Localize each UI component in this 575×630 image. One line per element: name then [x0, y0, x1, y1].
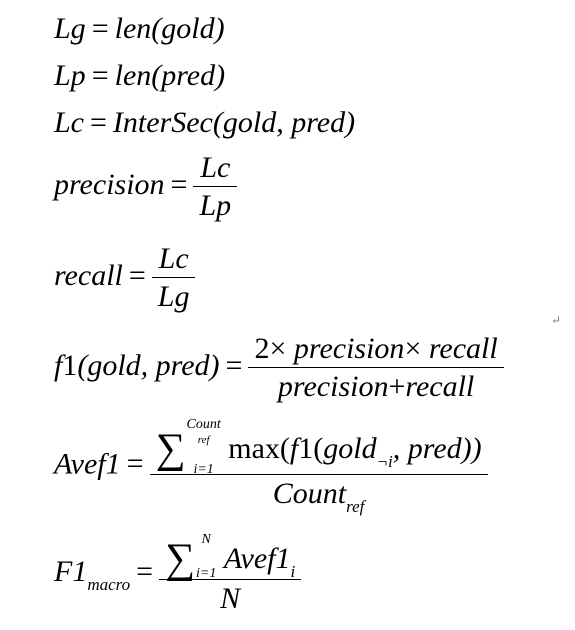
avef1-one: 1	[298, 432, 314, 465]
precision-denominator: Lp	[199, 189, 232, 223]
f1macro-fraction: ∑ Ni=1 Avef1i N	[159, 533, 302, 616]
avef1-gold-sub: ¬i	[376, 452, 393, 471]
plus-sign: +	[388, 370, 406, 404]
avef1-fraction: ∑ Count ref i=1 max(f1(gold¬i, pred)) Countr…	[149, 417, 488, 516]
times-sign: ×	[269, 332, 287, 365]
recall-fraction: Lc Lg	[151, 242, 196, 314]
recall-lhs: recall	[54, 259, 123, 293]
sum-upper: N	[201, 532, 211, 548]
avef1-rest: , pred))	[392, 432, 482, 465]
equals-sign: =	[91, 12, 109, 45]
equals-sign: =	[126, 447, 144, 481]
precision-numerator: Lc	[200, 151, 231, 184]
f1-lhs-args: (gold, pred)	[77, 349, 220, 383]
f1-lhs-one: 1	[62, 349, 78, 383]
equation-precision: precision = Lc Lp	[54, 151, 238, 223]
equals-sign: =	[225, 349, 243, 383]
lp-lhs: Lp	[54, 59, 86, 92]
f1-num-recall: recall	[428, 332, 498, 365]
f1macro-lhs: F1	[54, 555, 88, 589]
paragraph-mark-icon: ↵	[551, 313, 562, 327]
equals-sign: =	[170, 168, 188, 202]
avef1-lhs: Avef1	[54, 447, 121, 481]
recall-numerator: Lc	[158, 242, 189, 275]
lc-rhs: InterSec(gold, pred)	[112, 106, 356, 139]
times-sign: ×	[404, 332, 422, 365]
equation-lc: Lc = InterSec(gold, pred)	[54, 108, 355, 138]
precision-fraction: Lc Lp	[193, 151, 238, 223]
sum-symbol: ∑	[165, 536, 196, 582]
equation-recall: recall = Lc Lg	[54, 242, 196, 314]
equation-avef1: Avef1 = ∑ Count ref i=1 max(f1(gold¬i, pred))…	[54, 417, 488, 516]
sum-limits: Count ref i=1	[187, 417, 221, 476]
equals-sign: =	[128, 259, 146, 293]
lp-rhs: len(pred)	[114, 59, 226, 92]
f1macro-denominator: N	[220, 582, 241, 616]
f1-denominator: precision+recall	[248, 368, 503, 402]
f1macro-lhs-sub: macro	[87, 575, 131, 595]
avef1-denominator: Countref	[150, 475, 488, 516]
lg-lhs: Lg	[54, 12, 86, 45]
avef1-den-count: Count	[272, 477, 347, 510]
lc-lhs: Lc	[54, 106, 84, 139]
equation-lp: Lp = len(pred)	[54, 61, 225, 91]
avef1-gold: gold	[323, 432, 377, 465]
max-function: max(	[228, 432, 290, 465]
f1-numerator: 2× precision× recall	[248, 334, 503, 367]
equation-lg: Lg = len(gold)	[54, 14, 225, 44]
recall-denominator: Lg	[157, 280, 190, 314]
equals-sign: =	[90, 106, 107, 139]
equation-f1-macro: F1macro = ∑ Ni=1 Avef1i N	[54, 533, 302, 616]
sum-lower: i=1	[193, 461, 214, 477]
sum-symbol: ∑	[155, 426, 186, 472]
sum-upper-sub: ref	[197, 433, 210, 446]
f1-den-recall: recall	[405, 370, 475, 404]
avef1-open-paren: (	[313, 432, 324, 465]
f1-fraction: 2× precision× recall precision+recall	[248, 334, 504, 402]
f1macro-term-sub: i	[290, 562, 296, 581]
sum-lower: i=1	[196, 566, 217, 582]
f1-two: 2	[254, 332, 270, 365]
equals-sign: =	[136, 555, 154, 589]
avef1-f: f	[289, 432, 299, 465]
sum-upper: Count	[186, 416, 221, 432]
f1-den-precision: precision	[277, 370, 389, 404]
precision-lhs: precision	[54, 168, 165, 202]
avef1-numerator: ∑ Count ref i=1 max(f1(gold¬i, pred))	[150, 417, 488, 476]
lg-rhs: len(gold)	[114, 12, 225, 45]
equation-f1: f1(gold, pred) = 2× precision× recall preci…	[54, 334, 504, 402]
f1-num-precision: precision	[293, 332, 405, 365]
avef1-den-sub: ref	[346, 497, 365, 516]
sum-limits: Ni=1	[196, 533, 216, 581]
f1macro-term: Avef1	[223, 542, 291, 575]
equals-sign: =	[91, 59, 109, 92]
f1macro-numerator: ∑ Ni=1 Avef1i	[159, 533, 301, 582]
